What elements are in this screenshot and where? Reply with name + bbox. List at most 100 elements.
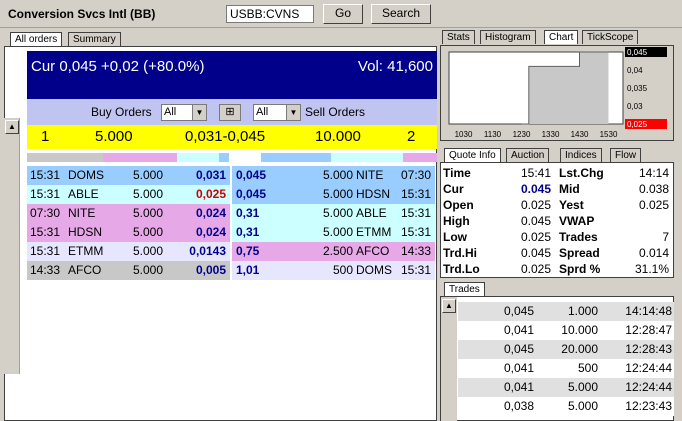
- chevron-down-icon: ▼: [192, 105, 206, 120]
- quote-label: Trades: [559, 230, 598, 244]
- trade-size: 1.000: [567, 304, 598, 318]
- order-time: 07:30: [400, 168, 431, 182]
- chevron-down-icon: ▼: [286, 105, 300, 120]
- go-button[interactable]: Go: [323, 4, 363, 24]
- sell-filter-select[interactable]: All ▼: [253, 104, 301, 121]
- order-size: 5.000: [322, 206, 353, 220]
- tab-indices[interactable]: Indices: [560, 148, 602, 162]
- chart-x-tick: 1430: [571, 130, 589, 139]
- trade-price: 0,045: [503, 304, 534, 318]
- link-filters-icon[interactable]: ⊞: [219, 104, 241, 121]
- trades-panel: ▲ 0,045 1.000 14:14:48 0,041 10.000 12:28:47 0…: [440, 296, 674, 421]
- quote-label: Low: [443, 230, 467, 244]
- trade-size: 5.000: [567, 380, 598, 394]
- trade-price: 0,041: [503, 361, 534, 375]
- buy-order-row[interactable]: 07:30 NITE 5.000 0,024: [27, 204, 230, 223]
- trade-row: 0,038 5.000 12:23:43: [458, 397, 674, 416]
- order-scrollbar[interactable]: ▲: [4, 118, 20, 374]
- volume-text: Vol: 41,600: [357, 58, 433, 75]
- quote-label: Mid: [559, 182, 580, 196]
- chart-x-tick: 1230: [513, 130, 531, 139]
- scroll-up-icon[interactable]: ▲: [5, 120, 19, 134]
- quote-value: 0.014: [638, 246, 669, 260]
- trade-time: 12:28:43: [625, 342, 672, 356]
- tab-histogram[interactable]: Histogram: [480, 30, 536, 44]
- buy-order-row[interactable]: 14:33 AFCO 5.000 0,005: [27, 261, 230, 280]
- sell-order-row[interactable]: 0,31 5.000 ABLE 15:31: [232, 204, 435, 223]
- trade-size: 20.000: [561, 342, 598, 356]
- trade-price: 0,041: [503, 380, 534, 394]
- market-maker: NITE: [68, 206, 96, 220]
- order-size: 5.000: [133, 225, 164, 239]
- order-time: 07:30: [30, 206, 61, 220]
- quote-value: 0.045: [520, 246, 551, 260]
- symbol-input[interactable]: [226, 5, 314, 23]
- trade-size: 500: [577, 361, 598, 375]
- sell-order-row[interactable]: 0,31 5.000 ETMM 15:31: [232, 223, 435, 242]
- order-size: 5.000: [133, 263, 164, 277]
- order-price: 0,031: [195, 168, 226, 182]
- market-maker: DOMS: [356, 263, 392, 277]
- depth-segment: [177, 153, 219, 162]
- order-size: 5.000: [133, 244, 164, 258]
- buy-filter-select[interactable]: All ▼: [161, 104, 207, 121]
- depth-color-bar: [27, 153, 437, 162]
- order-price: 0,045: [236, 187, 267, 201]
- trades-scrollbar[interactable]: ▲: [441, 297, 457, 421]
- quote-value: 7: [662, 230, 669, 244]
- sell-order-row[interactable]: 0,045 5.000 HDSN 15:31: [232, 185, 435, 204]
- depth-segment: [261, 153, 331, 162]
- price-chart-svg: 1030 1130 1230 1330 1430 1530 0,045 0,04 0,035 0,…: [448, 47, 667, 139]
- market-maker: HDSN: [68, 225, 103, 239]
- orders-header: Buy Orders All ▼ ⊞ All ▼ Sell Orders: [27, 99, 437, 125]
- order-size: 2.500: [322, 244, 353, 258]
- tab-chart[interactable]: Chart: [544, 30, 579, 44]
- buy-order-row[interactable]: 15:31 HDSN 5.000 0,024: [27, 223, 230, 242]
- buy-order-row[interactable]: 15:31 ABLE 5.000 0,025: [27, 185, 230, 204]
- tab-quote-info[interactable]: Quote Info: [444, 148, 501, 162]
- quote-label: Time: [443, 166, 471, 180]
- tab-trades[interactable]: Trades: [444, 282, 485, 296]
- search-button[interactable]: Search: [371, 4, 431, 24]
- quote-value: 0.045: [520, 214, 551, 228]
- quote-label: Sprd %: [559, 262, 601, 276]
- tab-summary[interactable]: Summary: [68, 32, 121, 46]
- chart-x-tick: 1130: [484, 130, 502, 139]
- buy-order-row[interactable]: 15:31 DOMS 5.000 0,031: [27, 166, 230, 185]
- depth-segment: [331, 153, 403, 162]
- order-size: 5.000: [133, 168, 164, 182]
- order-price: 0,75: [236, 244, 260, 258]
- trade-row: 0,041 10.000 12:28:47: [458, 321, 674, 340]
- order-time: 15:31: [30, 187, 61, 201]
- tab-tickscope[interactable]: TickScope: [582, 30, 639, 44]
- best-bid-ask-bar: 1 5.000 0,031-0,045 10.000 2: [27, 125, 437, 149]
- sell-order-row[interactable]: 0,045 5.000 NITE 07:30: [232, 166, 435, 185]
- quote-label: Trd.Hi: [443, 246, 478, 260]
- buy-order-row[interactable]: 15:31 ETMM 5.000 0,0143: [27, 242, 230, 261]
- scroll-up-icon[interactable]: ▲: [442, 299, 456, 313]
- depth-segment: [27, 153, 103, 162]
- sell-order-row[interactable]: 0,75 2.500 AFCO 14:33: [232, 242, 435, 261]
- price-chart: 1030 1130 1230 1330 1430 1530 0,045 0,04 0,035 0,…: [440, 45, 674, 141]
- tab-auction[interactable]: Auction: [506, 148, 550, 162]
- depth-segment: [219, 153, 229, 162]
- title-bar: Conversion Svcs Intl (BB) Go Search: [0, 0, 682, 28]
- quote-value: 0.045: [520, 182, 551, 196]
- sell-filter-value: All: [256, 106, 269, 118]
- tab-stats[interactable]: Stats: [442, 30, 475, 44]
- tab-flow[interactable]: Flow: [610, 148, 642, 162]
- trade-row: 0,041 500 12:24:44: [458, 359, 674, 378]
- tab-all-orders[interactable]: All orders: [10, 32, 63, 46]
- sell-order-row[interactable]: 1,01 500 DOMS 15:31: [232, 261, 435, 280]
- quote-summary-bar: Cur 0,045 +0,02 (+80.0%) Vol: 41,600: [27, 51, 437, 99]
- quote-value: 14:14: [638, 166, 669, 180]
- order-time: 15:31: [30, 225, 61, 239]
- chart-y-tick: 0,045: [627, 48, 648, 57]
- order-time: 14:33: [400, 244, 431, 258]
- order-price: 0,31: [236, 225, 260, 239]
- market-maker: AFCO: [356, 244, 390, 258]
- order-size: 5.000: [322, 225, 353, 239]
- trade-price: 0,041: [503, 323, 534, 337]
- order-price: 0,024: [195, 225, 226, 239]
- order-time: 15:31: [400, 206, 431, 220]
